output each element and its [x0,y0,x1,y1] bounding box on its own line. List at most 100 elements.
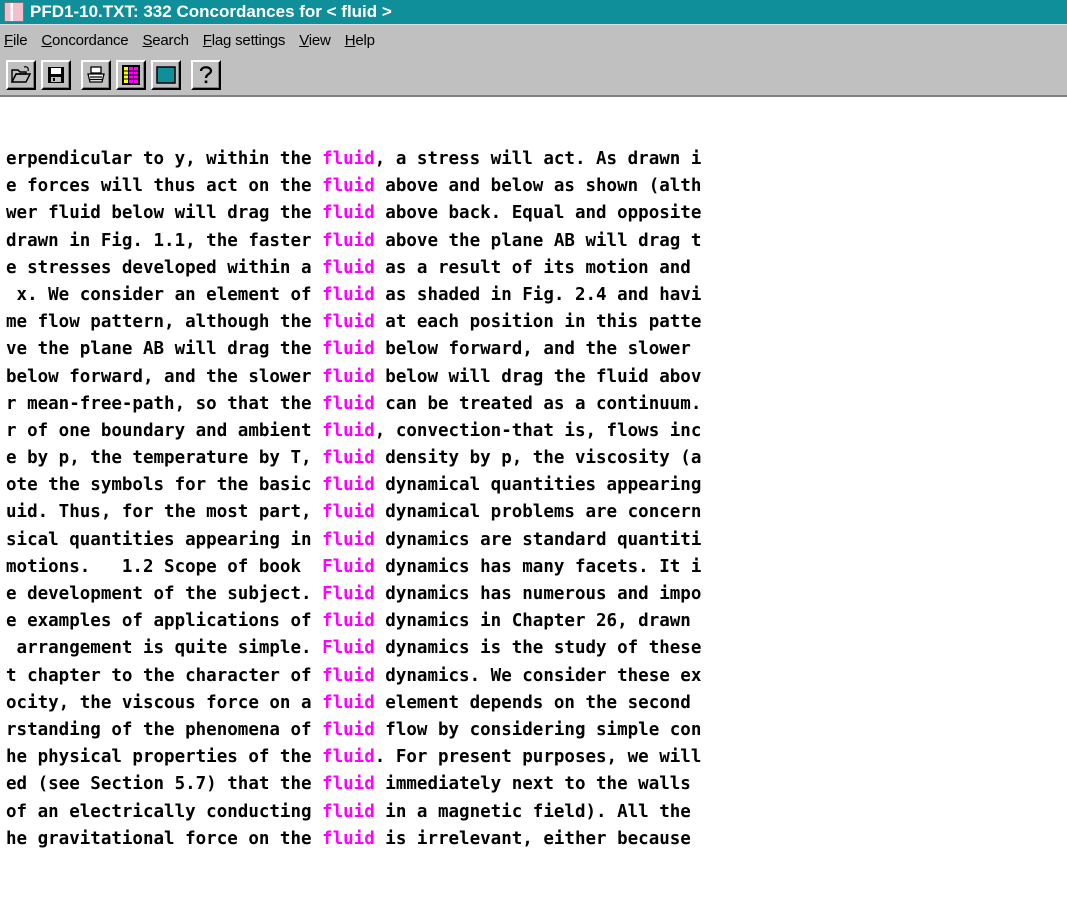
menu-accelerator: H [344,31,356,49]
context-left: below forward, and the slower [6,366,323,387]
keyword: fluid [322,339,375,360]
context-right: , convection-that is, flows inc [374,420,702,441]
concordance-line[interactable]: ve the plane AB will drag the fluid belo… [6,336,1067,363]
concordance-line[interactable]: r of one boundary and ambient fluid, con… [6,418,1067,445]
concordance-line[interactable]: e examples of applications of fluid dyna… [6,608,1067,635]
concordance-line[interactable]: ed (see Section 5.7) that the fluid imme… [6,771,1067,798]
context-right: dynamical quantities appearing [374,475,702,496]
context-left: ocity, the viscous force on a [6,692,323,713]
context-right: is irrelevant, either because [374,828,691,849]
context-left: me flow pattern, although the [6,312,323,333]
concordance-line[interactable]: sical quantities appearing in fluid dyna… [6,527,1067,554]
context-left: x. We consider an element of [6,284,323,305]
concordance-line[interactable]: uid. Thus, for the most part, fluid dyna… [6,499,1067,526]
menu-item-help[interactable]: Help [345,32,375,49]
concordance-line[interactable]: e stresses developed within a fluid as a… [6,255,1067,282]
print-button[interactable] [81,60,111,90]
concordance-line[interactable]: drawn in Fig. 1.1, the faster fluid abov… [6,228,1067,255]
context-left: ve the plane AB will drag the [6,339,323,360]
context-right: . For present purposes, we will [374,747,702,768]
context-right: above and below as shown (alth [374,176,702,197]
keyword: fluid [322,692,375,713]
concordance-line[interactable]: e development of the subject. Fluid dyna… [6,581,1067,608]
menu-item-file[interactable]: File [4,31,28,49]
context-left: he physical properties of the [6,747,323,768]
concordance-line[interactable]: e forces will thus act on the fluid abov… [6,173,1067,200]
keyword: fluid [322,475,375,496]
window-title: PFD1-10.TXT: 332 Concordances for < flui… [30,2,392,21]
menu-item-search[interactable]: Search [142,31,189,49]
keyword: fluid [322,149,375,169]
printer-icon [86,66,106,84]
keyword: Fluid [322,556,375,577]
context-right: as shaded in Fig. 2.4 and havi [374,284,702,305]
concordance-line[interactable]: me flow pattern, although the fluid at e… [6,309,1067,336]
concordance-line[interactable]: t chapter to the character of fluid dyna… [6,663,1067,690]
menu-item-concordance[interactable]: Concordance [41,32,128,49]
menu-label: lag settings [211,31,286,49]
context-left: sical quantities appearing in [6,529,323,550]
context-right: density by p, the viscosity (a [374,448,702,469]
help-question-icon [198,65,214,85]
open-button[interactable] [6,60,36,90]
concordance-window: PFD1-10.TXT: 332 Concordances for < flui… [0,0,1067,924]
keyword: fluid [322,203,375,224]
menu-item-flag-settings[interactable]: Flag settings [202,31,286,49]
context-left: arrangement is quite simple. [6,638,323,659]
keyword: fluid [322,611,375,632]
concordance-line[interactable]: rstanding of the phenomena of fluid flow… [6,717,1067,744]
context-right: can be treated as a continuum. [374,393,702,414]
concordance-line[interactable]: ocity, the viscous force on a fluid elem… [6,690,1067,717]
concordance-line[interactable]: of an electrically conducting fluid in a… [6,799,1067,826]
context-right: below will drag the fluid abov [374,366,702,387]
menu-accelerator: S [142,31,153,49]
concordance-line[interactable]: e by p, the temperature by T, fluid dens… [6,445,1067,472]
concordance-line[interactable]: ote the symbols for the basic fluid dyna… [6,472,1067,499]
context-right: dynamical problems are concern [374,502,702,523]
context-right: , a stress will act. As drawn i [374,149,702,169]
concordance-line[interactable]: he physical properties of the fluid. For… [6,744,1067,771]
context-right: above the plane AB will drag t [374,230,702,251]
keyword: fluid [322,448,375,469]
keyword: fluid [322,529,375,550]
context-right: in a magnetic field). All the [374,801,691,822]
concordance-line[interactable]: r mean-free-path, so that the fluid can … [6,391,1067,418]
keyword: fluid [322,502,375,523]
menu-accelerator: F [202,31,212,49]
context-right: dynamics are standard quantiti [374,529,702,550]
concordance-line[interactable]: erpendicular to y, within the fluid, a s… [6,146,1067,173]
context-right: dynamics. We consider these ex [374,665,702,686]
keyword: fluid [322,828,375,849]
keyword: fluid [322,774,375,795]
context-right: as a result of its motion and [374,257,691,278]
keyword: fluid [322,420,375,441]
concordance-line[interactable]: wer fluid below will drag the fluid abov… [6,200,1067,227]
title-bar[interactable]: PFD1-10.TXT: 332 Concordances for < flui… [0,0,1067,24]
concordance-line[interactable]: motions. 1.2 Scope of book Fluid dynamic… [6,554,1067,581]
concordance-line[interactable]: he gravitational force on the fluid is i… [6,826,1067,853]
menu-accelerator: F [4,31,13,49]
colors-button[interactable] [116,60,146,90]
keyword: Fluid [322,638,375,659]
save-button[interactable] [41,60,71,90]
menu-item-view[interactable]: View [299,32,331,49]
keyword: fluid [322,284,375,305]
context-left: of an electrically conducting [6,801,323,822]
context-left: r mean-free-path, so that the [6,393,323,414]
context-left: e examples of applications of [6,611,323,632]
help-button[interactable] [191,60,221,90]
concordance-line[interactable]: below forward, and the slower fluid belo… [6,364,1067,391]
open-folder-icon [11,66,31,84]
menu-bar: File Concordance Search Flag settings View He… [0,24,1067,55]
context-left: t chapter to the character of [6,665,323,686]
concordance-list[interactable]: erpendicular to y, within the fluid, a s… [0,146,1067,924]
context-left: e by p, the temperature by T, [6,448,323,469]
keyword: fluid [322,257,375,278]
context-right: at each position in this patte [374,312,702,333]
app-icon[interactable] [4,2,24,22]
concordance-line[interactable]: arrangement is quite simple. Fluid dynam… [6,635,1067,662]
blank-panel-icon [156,66,176,84]
panel-button[interactable] [151,60,181,90]
context-right: flow by considering simple con [374,719,702,740]
concordance-line[interactable]: x. We consider an element of fluid as sh… [6,282,1067,309]
